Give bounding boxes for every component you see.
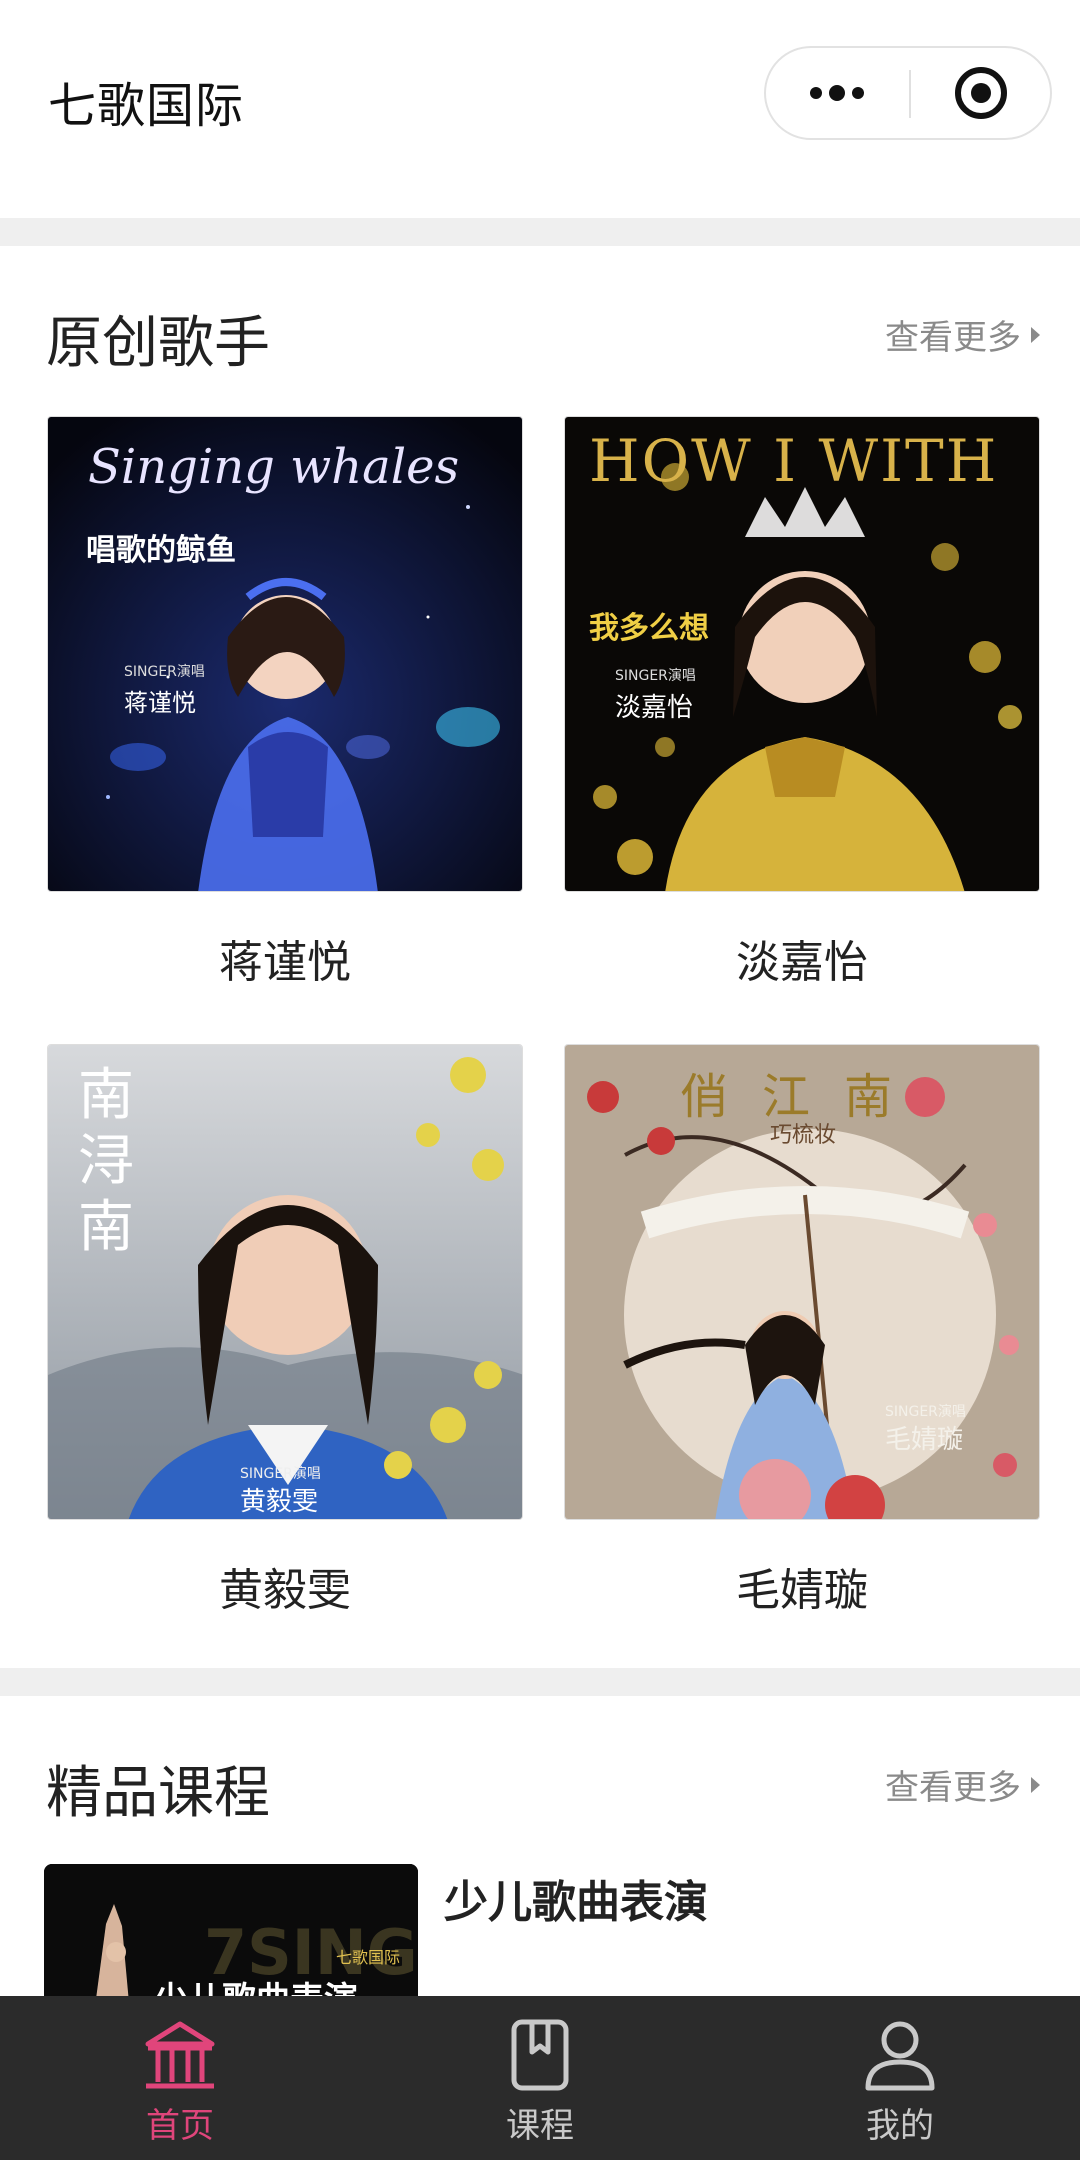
- singer-name: 淡嘉怡: [736, 937, 868, 988]
- cover-title: HOW I WITH: [589, 427, 999, 495]
- tab-home[interactable]: 首页: [0, 1996, 360, 2160]
- section-title-courses: 精品课程: [46, 1761, 270, 1826]
- target-close-icon: [955, 67, 1007, 119]
- cover-singer-tag: SINGER演唱: [240, 1466, 321, 1482]
- singer-name: 毛婧璇: [736, 1565, 868, 1616]
- see-more-label: 查看更多: [885, 1768, 1021, 1808]
- cover-singer-name: 黄毅雯: [240, 1487, 319, 1517]
- cover-singer-name: 蒋谨悦: [124, 689, 196, 717]
- singer-card[interactable]: HOW I WITH 我多么想 SINGER演唱 淡嘉怡 淡嘉怡: [564, 416, 1040, 990]
- chevron-right-icon: [1031, 1776, 1040, 1793]
- close-button[interactable]: [912, 48, 1050, 138]
- section-divider: [0, 1668, 1080, 1696]
- book-icon: [511, 2019, 569, 2091]
- singer-cover: Singing whales 唱歌的鲸鱼 SINGER演唱 蒋谨悦: [47, 416, 523, 892]
- header: 七歌国际: [0, 0, 1080, 218]
- cover-singer-tag: SINGER演唱: [615, 668, 696, 684]
- cover-subtitle: 唱歌的鲸鱼: [86, 533, 236, 568]
- more-dots-icon: [810, 85, 864, 101]
- capsule-divider: [909, 70, 911, 118]
- tab-label: 首页: [146, 2106, 214, 2146]
- profile-icon: [865, 2021, 935, 2091]
- course-thumb-logo: 七歌国际: [336, 1948, 401, 1967]
- tab-profile[interactable]: 我的: [720, 1996, 1080, 2160]
- section-divider: [0, 218, 1080, 246]
- cover-singer-tag: SINGER演唱: [885, 1404, 966, 1420]
- cover-subtitle: 巧梳妆: [769, 1123, 836, 1148]
- singer-cover: HOW I WITH 我多么想 SINGER演唱 淡嘉怡: [564, 416, 1040, 892]
- app-title: 七歌国际: [48, 78, 245, 134]
- cover-singer-tag: SINGER演唱: [124, 664, 205, 680]
- cover-singer-name: 淡嘉怡: [615, 693, 694, 723]
- tab-label: 课程: [506, 2106, 574, 2146]
- cover-title: Singing whales: [88, 439, 460, 495]
- course-title[interactable]: 少儿歌曲表演: [444, 1866, 708, 1930]
- home-icon: [145, 2021, 215, 2089]
- cover-singer-name: 毛婧璇: [885, 1425, 964, 1455]
- page: 七歌国际 原创歌手 查看更多 Singing whales 唱歌的鲸鱼 SING…: [0, 0, 1080, 2160]
- tab-courses[interactable]: 课程: [360, 1996, 720, 2160]
- singer-card[interactable]: Singing whales 唱歌的鲸鱼 SINGER演唱 蒋谨悦 蒋谨悦: [47, 416, 523, 990]
- see-more-courses-link[interactable]: 查看更多: [885, 1760, 1040, 1809]
- singer-cover: 俏江南 巧梳妆 SINGER演唱 毛婧璇: [564, 1044, 1040, 1520]
- singer-cover: 南浔南 SINGER演唱 黄毅雯: [47, 1044, 523, 1520]
- chevron-right-icon: [1031, 326, 1040, 343]
- see-more-singers-link[interactable]: 查看更多: [885, 310, 1040, 359]
- singer-card[interactable]: 俏江南 巧梳妆 SINGER演唱 毛婧璇 毛婧璇: [564, 1044, 1040, 1618]
- course-thumbnail[interactable]: 7SING 七歌国际 少儿歌曲表演: [44, 1864, 418, 2014]
- tab-label: 我的: [866, 2106, 934, 2146]
- tab-bar: 首页 课程 我的: [0, 1996, 1080, 2160]
- mini-program-capsule: [764, 46, 1052, 140]
- singer-name: 蒋谨悦: [219, 937, 351, 988]
- singer-card[interactable]: 南浔南 SINGER演唱 黄毅雯 黄毅雯: [47, 1044, 523, 1618]
- more-button[interactable]: [766, 48, 908, 138]
- section-title-singers: 原创歌手: [46, 311, 270, 376]
- see-more-label: 查看更多: [885, 318, 1021, 358]
- cover-subtitle: 我多么想: [589, 611, 709, 646]
- cover-title: 南浔南: [78, 1063, 134, 1260]
- singer-name: 黄毅雯: [219, 1565, 351, 1616]
